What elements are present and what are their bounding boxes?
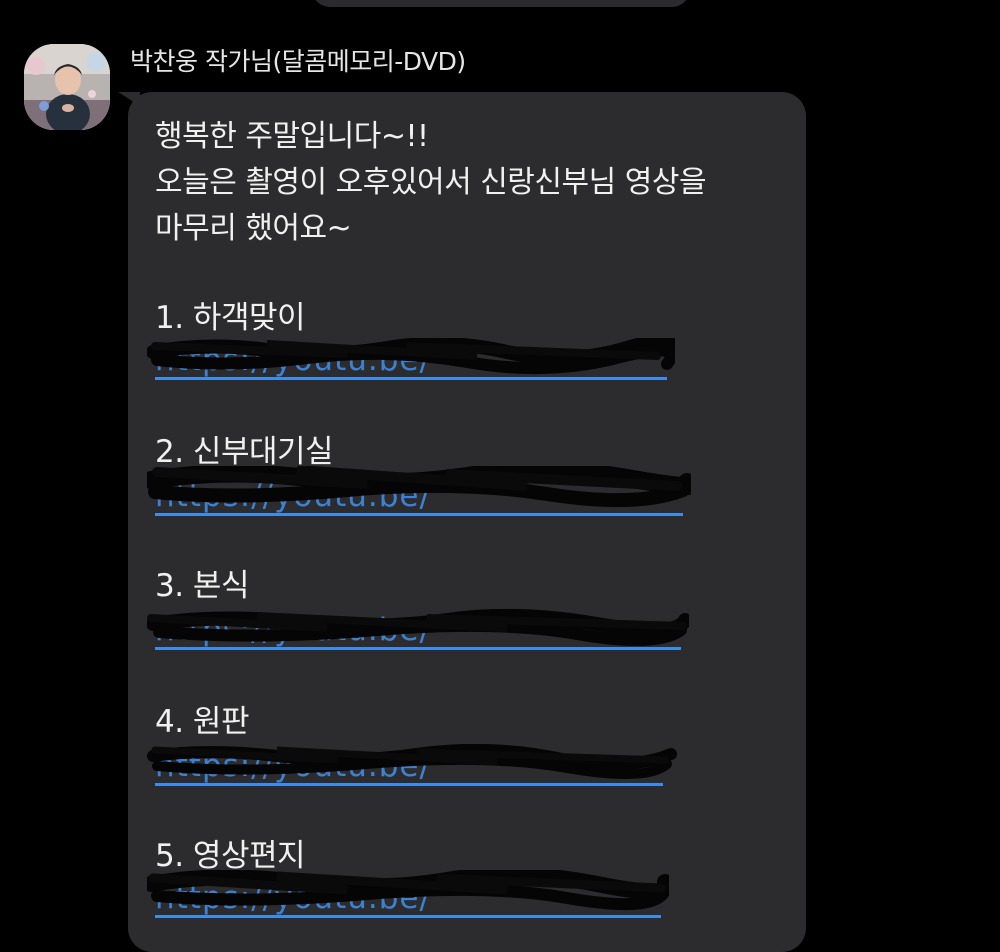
message-line: 마무리 했어요~	[155, 211, 352, 246]
item-title: 3. 본식	[155, 568, 249, 604]
message-line: 행복한 주말입니다~!!	[155, 119, 429, 154]
redaction-scribble-icon	[147, 338, 675, 375]
avatar-photo-icon	[24, 44, 110, 130]
redaction-scribble-icon	[147, 466, 691, 508]
message-line: 오늘은 촬영이 오후있어서 신랑신부님 영상을	[155, 165, 707, 200]
item-title: 1. 하객맞이	[155, 300, 306, 336]
sender-name: 박찬웅 작가님(달콤메모리-DVD)	[130, 47, 466, 76]
redaction-scribble-icon	[147, 744, 677, 780]
youtube-link[interactable]: https://youtu.be/	[147, 870, 669, 918]
sender-avatar[interactable]	[24, 44, 110, 130]
previous-message-bubble	[312, 0, 690, 7]
link-underline	[155, 513, 683, 516]
redaction-scribble-icon	[147, 608, 689, 647]
redaction-scribble-icon	[147, 870, 669, 911]
youtube-link[interactable]: https://youtu.be/	[147, 608, 689, 650]
youtube-link[interactable]: https://youtu.be/	[147, 744, 677, 786]
link-underline	[155, 915, 661, 918]
youtube-link[interactable]: https://youtu.be/	[147, 466, 691, 516]
youtube-link[interactable]: https://youtu.be/	[147, 338, 675, 380]
message-intro: 행복한 주말입니다~!! 오늘은 촬영이 오후있어서 신랑신부님 영상을 마무리…	[155, 114, 795, 252]
item-title: 4. 원판	[155, 704, 249, 740]
